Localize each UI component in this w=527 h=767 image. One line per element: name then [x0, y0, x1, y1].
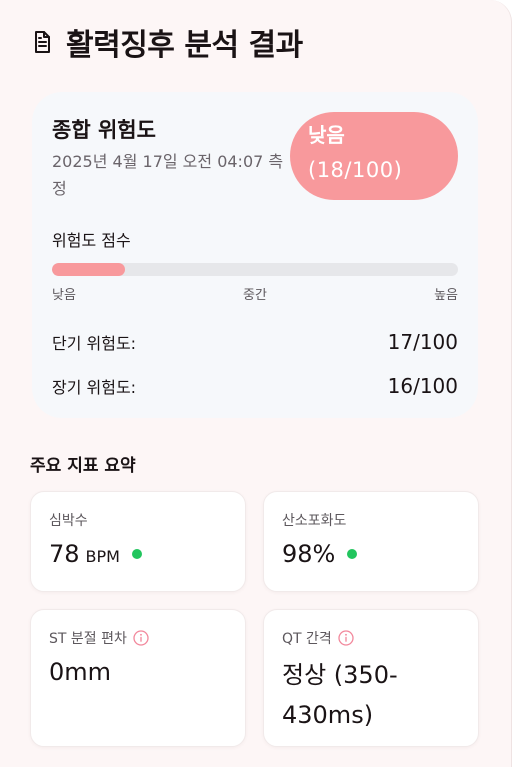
- qt-interval-tile: QT 간격 정상 (350-430ms): [263, 609, 479, 747]
- scale-low-label: 낮음: [52, 288, 76, 303]
- risk-title: 종합 위험도: [52, 118, 156, 142]
- spo2-value-row: 98%: [282, 540, 358, 568]
- qt-interval-value-row: 정상 (350-430ms): [282, 655, 472, 735]
- long-term-risk-row: 장기 위험도: 16/100: [52, 374, 458, 398]
- results-panel: 활력징후 분석 결과 종합 위험도 2025년 4월 17일 오전 04:07 …: [0, 0, 512, 767]
- qt-interval-label: QT 간격: [282, 631, 332, 647]
- summary-section-title: 주요 지표 요약: [30, 456, 136, 476]
- st-deviation-value-row: 0mm: [49, 658, 111, 686]
- st-deviation-tile: ST 분절 편차 0mm: [30, 609, 246, 747]
- document-icon: [35, 31, 50, 53]
- spo2-value: 98%: [282, 540, 336, 568]
- qt-interval-label-row: QT 간격: [282, 628, 354, 648]
- risk-level-score: (18/100): [308, 158, 403, 182]
- qt-interval-value: 정상 (350-430ms): [282, 661, 398, 729]
- heart-rate-value-row: 78 BPM: [49, 540, 142, 568]
- long-term-risk-value: 16/100: [387, 374, 458, 398]
- st-deviation-label-row: ST 분절 편차: [49, 628, 149, 648]
- heart-rate-tile: 심박수 78 BPM: [30, 491, 246, 592]
- info-icon[interactable]: [338, 630, 354, 646]
- spo2-tile: 산소포화도 98%: [263, 491, 479, 592]
- overall-risk-card: 종합 위험도 2025년 4월 17일 오전 04:07 측정 낮음 (18/1…: [32, 92, 478, 418]
- risk-level-label: 낮음: [308, 123, 345, 147]
- page-header: 활력징후 분석 결과: [30, 20, 303, 64]
- info-icon[interactable]: [133, 630, 149, 646]
- risk-score-label: 위험도 점수: [52, 231, 131, 250]
- page-title: 활력징후 분석 결과: [66, 28, 303, 63]
- risk-level-badge: 낮음 (18/100): [290, 112, 458, 200]
- spo2-status-dot: [347, 549, 358, 559]
- st-deviation-value: 0mm: [49, 658, 112, 686]
- heart-rate-status-dot: [131, 549, 142, 559]
- measured-time: 2025년 4월 17일 오전 04:07 측정: [52, 152, 284, 198]
- long-term-risk-label: 장기 위험도:: [52, 378, 137, 397]
- heart-rate-label: 심박수: [49, 513, 88, 529]
- scale-high-label: 높음: [434, 288, 458, 303]
- st-deviation-label: ST 분절 편차: [49, 631, 127, 647]
- short-term-risk-row: 단기 위험도: 17/100: [52, 330, 458, 354]
- risk-score-bar-fill: [52, 263, 126, 276]
- scrollbar-track[interactable]: [512, 0, 527, 767]
- scale-mid-label: 중간: [243, 288, 267, 303]
- heart-rate-value: 78: [49, 540, 80, 568]
- heart-rate-unit: BPM: [85, 547, 120, 566]
- short-term-risk-label: 단기 위험도:: [52, 334, 137, 353]
- risk-score-bar: [52, 263, 458, 276]
- short-term-risk-value: 17/100: [387, 330, 458, 354]
- spo2-label: 산소포화도: [282, 513, 347, 529]
